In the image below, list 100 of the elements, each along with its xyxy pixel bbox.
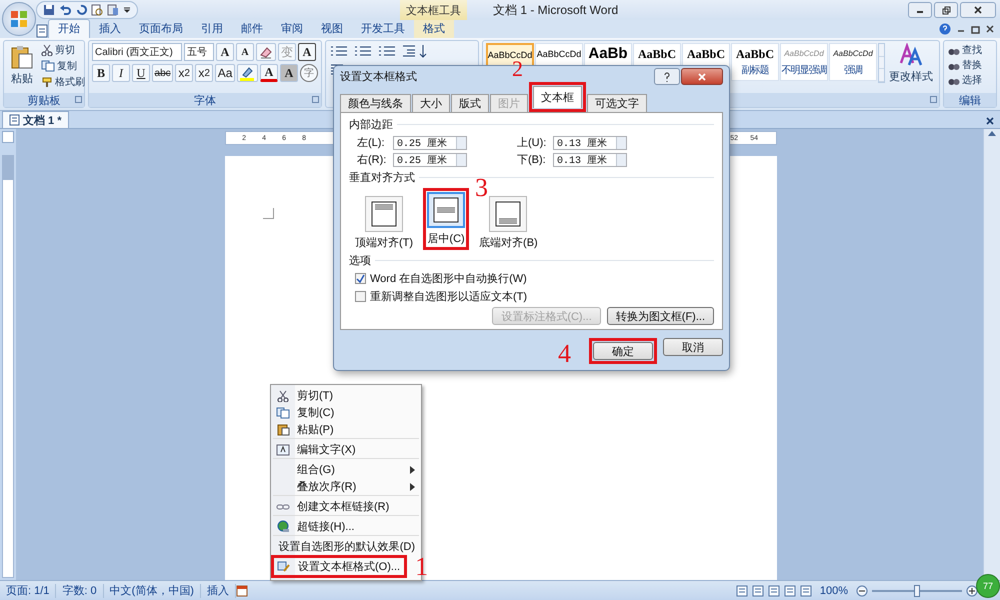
- ribbon-tab[interactable]: 引用: [192, 20, 232, 38]
- italic-button[interactable]: I: [112, 64, 130, 82]
- dialog-button[interactable]: 转换为图文框(F)...: [606, 307, 714, 325]
- launcher-icon[interactable]: [930, 96, 937, 103]
- shrink-font-button[interactable]: A: [236, 43, 254, 61]
- ribbon-tab[interactable]: 开始: [48, 19, 90, 38]
- reading-view-icon[interactable]: [752, 584, 764, 596]
- restore-button[interactable]: [934, 2, 958, 18]
- print-preview-icon[interactable]: [91, 4, 103, 16]
- highlight-button[interactable]: [236, 64, 258, 82]
- menu-item[interactable]: 叠放次序(R): [273, 478, 419, 496]
- document-icon[interactable]: [36, 24, 48, 38]
- paste-button[interactable]: 粘贴: [7, 43, 37, 91]
- ribbon-tab[interactable]: 视图: [312, 20, 352, 38]
- slider-thumb[interactable]: [914, 584, 920, 596]
- minimize-button[interactable]: [908, 2, 932, 18]
- ribbon-tab[interactable]: 邮件: [232, 20, 272, 38]
- font-name-field[interactable]: Calibri (西文正文): [92, 43, 182, 61]
- spin-field[interactable]: 0.13 厘米: [553, 152, 627, 166]
- font-size-field[interactable]: 五号: [184, 43, 214, 61]
- ribbon-tab[interactable]: 格式: [414, 20, 454, 38]
- vertical-scrollbar[interactable]: [983, 129, 1000, 580]
- zoom-level[interactable]: 100%: [816, 584, 852, 596]
- close-button[interactable]: [960, 2, 996, 18]
- menu-item[interactable]: 创建文本框链接(R): [273, 498, 419, 516]
- copy-button[interactable]: 复制: [40, 59, 86, 73]
- spin-field[interactable]: 0.25 厘米: [393, 136, 467, 150]
- undo-icon[interactable]: [59, 4, 71, 16]
- style-swatch[interactable]: AaBbCcDd 不明显强调: [780, 43, 828, 81]
- checkbox[interactable]: [355, 291, 366, 302]
- macro-icon[interactable]: [236, 584, 248, 596]
- ribbon-tab[interactable]: 开发工具: [352, 20, 414, 38]
- menu-item[interactable]: 设置自选图形的默认效果(D): [273, 538, 419, 555]
- menu-item[interactable]: 超链接(H)...: [273, 518, 419, 536]
- restore-icon: [942, 6, 950, 14]
- style-swatch[interactable]: AaBbCcDd 强调: [829, 43, 877, 81]
- enclose-char-button[interactable]: 字: [300, 64, 318, 82]
- save-icon[interactable]: [43, 4, 55, 16]
- brush-icon: [41, 76, 53, 88]
- help-icon[interactable]: [939, 23, 951, 35]
- menu-item[interactable]: 编辑文字(X): [273, 441, 419, 459]
- underline-button[interactable]: U: [132, 64, 150, 82]
- restore-icon[interactable]: [971, 24, 980, 34]
- redo-icon[interactable]: [75, 4, 87, 16]
- customize-caret-icon[interactable]: [123, 6, 131, 14]
- outline-icon[interactable]: [784, 584, 796, 596]
- zoom-in-icon[interactable]: [966, 584, 978, 596]
- format-painter-button[interactable]: 格式刷: [40, 75, 86, 89]
- alignment-option[interactable]: [489, 196, 528, 232]
- chain-icon: [276, 502, 290, 510]
- menu-item[interactable]: 设置文本框格式(O)...: [274, 558, 404, 575]
- ok-button[interactable]: 确定: [593, 342, 653, 360]
- close-button[interactable]: [681, 68, 723, 85]
- document-tab[interactable]: 文档 1 *: [2, 111, 69, 128]
- cut-button[interactable]: 剪切: [40, 43, 86, 57]
- bold-button[interactable]: B: [92, 64, 110, 82]
- launcher-icon[interactable]: [312, 96, 319, 103]
- alignment-option[interactable]: [427, 192, 466, 228]
- document-tool-icon[interactable]: [107, 4, 119, 16]
- menu-item[interactable]: 复制(C): [273, 404, 419, 421]
- format-shape-icon: [277, 560, 291, 573]
- ribbon-tab[interactable]: 页面布局: [130, 20, 192, 38]
- menu-item[interactable]: 剪切(T): [273, 387, 419, 404]
- strikethrough-button[interactable]: abc: [152, 64, 174, 82]
- help-button[interactable]: [654, 68, 680, 85]
- cancel-button[interactable]: 取消: [663, 338, 723, 356]
- menu-item[interactable]: 粘贴(P): [273, 421, 419, 439]
- indent-icon[interactable]: [401, 43, 417, 59]
- char-border-button[interactable]: A: [298, 43, 316, 61]
- zoom-out-icon[interactable]: [856, 584, 868, 596]
- font-color-button[interactable]: A: [260, 64, 278, 82]
- close-icon[interactable]: [986, 117, 994, 125]
- draft-icon[interactable]: [800, 584, 812, 596]
- select-button[interactable]: 选择: [947, 73, 993, 87]
- web-layout-icon[interactable]: [768, 584, 780, 596]
- close-icon[interactable]: [986, 25, 994, 33]
- copy-icon: [41, 60, 55, 72]
- status-item: 页面: 1/1: [0, 584, 56, 598]
- ribbon-tab[interactable]: 审阅: [272, 20, 312, 38]
- checkbox[interactable]: [355, 273, 366, 284]
- replace-button[interactable]: 替换: [947, 58, 993, 72]
- alignment-option[interactable]: [365, 196, 404, 232]
- clear-format-button[interactable]: [256, 43, 276, 61]
- ribbon-tab[interactable]: 插入: [90, 20, 130, 38]
- dialog-tab[interactable]: 版式: [451, 94, 489, 112]
- spin-field[interactable]: 0.13 厘米: [553, 136, 627, 150]
- dialog-tab[interactable]: 颜色与线条: [340, 94, 411, 112]
- spin-field[interactable]: 0.25 厘米: [393, 152, 467, 166]
- print-layout-icon[interactable]: [736, 584, 748, 596]
- format-button[interactable]: Aa: [215, 64, 235, 82]
- menu-item[interactable]: 组合(G): [273, 461, 419, 478]
- find-button[interactable]: 查找: [947, 43, 993, 57]
- dialog-tab[interactable]: 文本框: [533, 86, 582, 108]
- grow-font-button[interactable]: A: [216, 43, 234, 61]
- change-styles-button[interactable]: 更改样式: [886, 43, 936, 84]
- dialog-tab[interactable]: 可选文字: [587, 94, 647, 112]
- dialog-tab[interactable]: 大小: [412, 94, 450, 112]
- style-swatch[interactable]: AaBbC 副标题: [731, 43, 779, 81]
- launcher-icon[interactable]: [75, 96, 82, 103]
- char-shading-button[interactable]: A: [280, 64, 298, 82]
